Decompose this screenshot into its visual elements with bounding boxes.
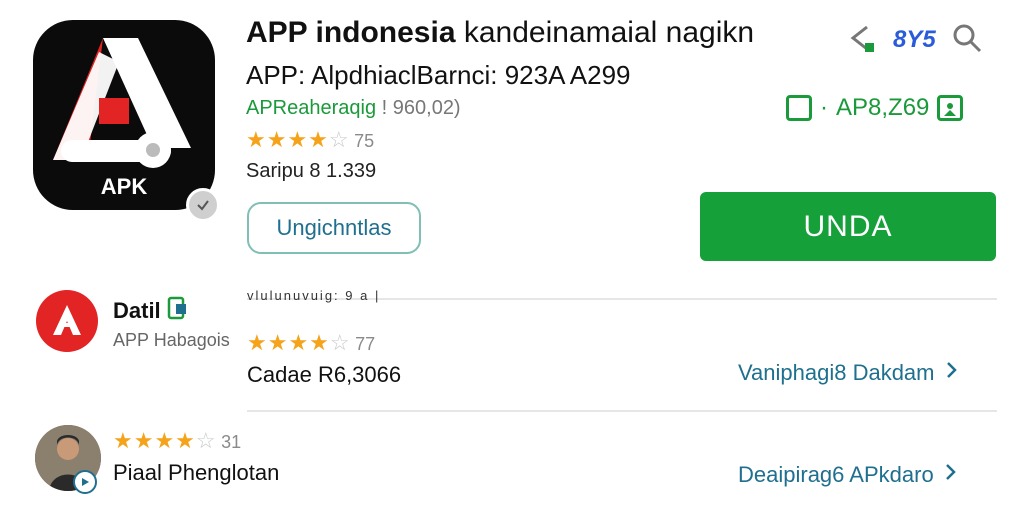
reviewer-link-text[interactable]: Deaipirag6 APkdaro bbox=[738, 462, 934, 488]
rating-stars: ★★★★☆ bbox=[247, 330, 351, 355]
app-size: Saripu 8 1.339 bbox=[246, 160, 377, 182]
rating-stars: ★★★★☆ bbox=[246, 127, 350, 152]
price-row: · AP8,Z69 bbox=[786, 94, 964, 122]
reviewer-name: Piaal Phenglotan bbox=[113, 460, 280, 485]
search-icon[interactable] bbox=[950, 21, 984, 60]
price-separator: · bbox=[820, 94, 828, 121]
app-subtitle: APP: AlpdhiaclBarnci: 923A A299 bbox=[246, 60, 631, 90]
rating-count: 31 bbox=[221, 432, 242, 452]
play-icon[interactable] bbox=[73, 470, 97, 494]
app-title-bold: APP indonesia bbox=[246, 16, 456, 49]
app-icon: APK bbox=[33, 20, 215, 210]
chevron-right-icon[interactable] bbox=[944, 462, 958, 488]
related-app-link[interactable]: Vaniphagi8 Dakdam bbox=[738, 360, 959, 386]
reviewer-rating: ★★★★☆ 31 bbox=[113, 428, 241, 454]
related-app-link-text[interactable]: Vaniphagi8 Dakdam bbox=[738, 360, 935, 386]
related-app-rating: ★★★★☆ 77 bbox=[247, 330, 375, 356]
related-app-detail: Cadae R6,3066 bbox=[247, 362, 402, 387]
related-app-icon[interactable] bbox=[36, 290, 98, 352]
rating-count: 77 bbox=[355, 334, 376, 354]
install-button[interactable]: UNDA bbox=[700, 192, 996, 261]
app-badge-icon bbox=[167, 296, 189, 326]
header-actions: 8Y5 bbox=[845, 20, 984, 60]
reviewer-link[interactable]: Deaipirag6 APkdaro bbox=[738, 462, 958, 488]
developer-line[interactable]: APReaheraqig ! 960,02) bbox=[246, 97, 461, 120]
section-divider bbox=[247, 410, 997, 412]
app-title-rest: kandeinamaial nagikn bbox=[455, 16, 755, 49]
price-value: AP8,Z69 bbox=[836, 94, 930, 121]
share-icon[interactable] bbox=[845, 21, 879, 60]
app-rating: ★★★★☆ 75 bbox=[246, 127, 374, 153]
related-app-subtitle: APP Habagois bbox=[113, 330, 230, 350]
developer-name[interactable]: APReaheraqig bbox=[246, 97, 376, 119]
section-caption: vlulunuvuig: 9 a | bbox=[247, 288, 381, 303]
developer-meta: ! 960,02) bbox=[376, 97, 461, 119]
gallery-icon[interactable] bbox=[937, 95, 964, 121]
verified-badge-icon bbox=[186, 188, 220, 222]
related-app-name-text[interactable]: Datil bbox=[113, 298, 161, 324]
wishlist-icon[interactable] bbox=[786, 95, 812, 121]
rating-count: 75 bbox=[354, 131, 375, 151]
related-app-name[interactable]: Datil bbox=[113, 296, 189, 326]
secondary-action-button[interactable]: Ungichntlas bbox=[247, 202, 421, 254]
app-title: APP indonesia kandeinamaial nagikn bbox=[246, 16, 754, 50]
chevron-right-icon[interactable] bbox=[945, 360, 959, 386]
header-count: 8Y5 bbox=[893, 26, 936, 53]
rating-stars: ★★★★☆ bbox=[113, 428, 217, 453]
